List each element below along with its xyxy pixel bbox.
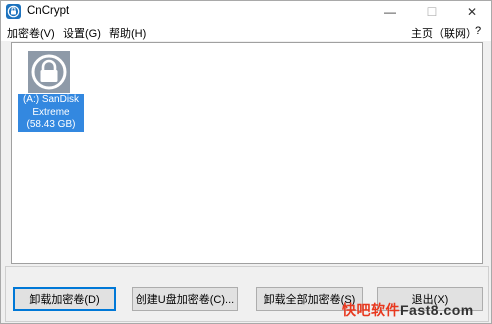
close-button[interactable]: ✕	[453, 1, 491, 23]
menu-help-question[interactable]: ?	[475, 25, 481, 37]
main-window: CnCrypt — ☐ ✕ 加密卷(V) 设置(G) 帮助(H) 主页（联网） …	[0, 0, 492, 324]
dismount-button[interactable]: 卸载加密卷(D)	[13, 287, 116, 311]
menu-volumes[interactable]: 加密卷(V)	[7, 25, 55, 41]
watermark-domain: Fast8.com	[400, 302, 474, 318]
menu-bar: 加密卷(V) 设置(G) 帮助(H) 主页（联网） ?	[1, 23, 491, 41]
maximize-button[interactable]: ☐	[413, 1, 451, 23]
create-usb-volume-button[interactable]: 创建U盘加密卷(C)...	[132, 287, 238, 311]
menu-help[interactable]: 帮助(H)	[109, 25, 146, 41]
menu-home-online[interactable]: 主页（联网）	[411, 25, 477, 41]
title-bar[interactable]: CnCrypt — ☐ ✕	[1, 1, 491, 23]
app-lock-icon	[6, 4, 21, 19]
window-title: CnCrypt	[27, 5, 70, 17]
minimize-button[interactable]: —	[371, 1, 409, 23]
volume-label: (A:) SanDisk Extreme (58.43 GB)	[18, 94, 84, 132]
lock-icon	[28, 51, 70, 93]
watermark-brand: 快吧软件	[342, 302, 400, 318]
volume-list[interactable]: (A:) SanDisk Extreme (58.43 GB)	[11, 42, 483, 264]
menu-settings[interactable]: 设置(G)	[63, 25, 101, 41]
watermark: 快吧软件Fast8.com	[342, 300, 474, 320]
